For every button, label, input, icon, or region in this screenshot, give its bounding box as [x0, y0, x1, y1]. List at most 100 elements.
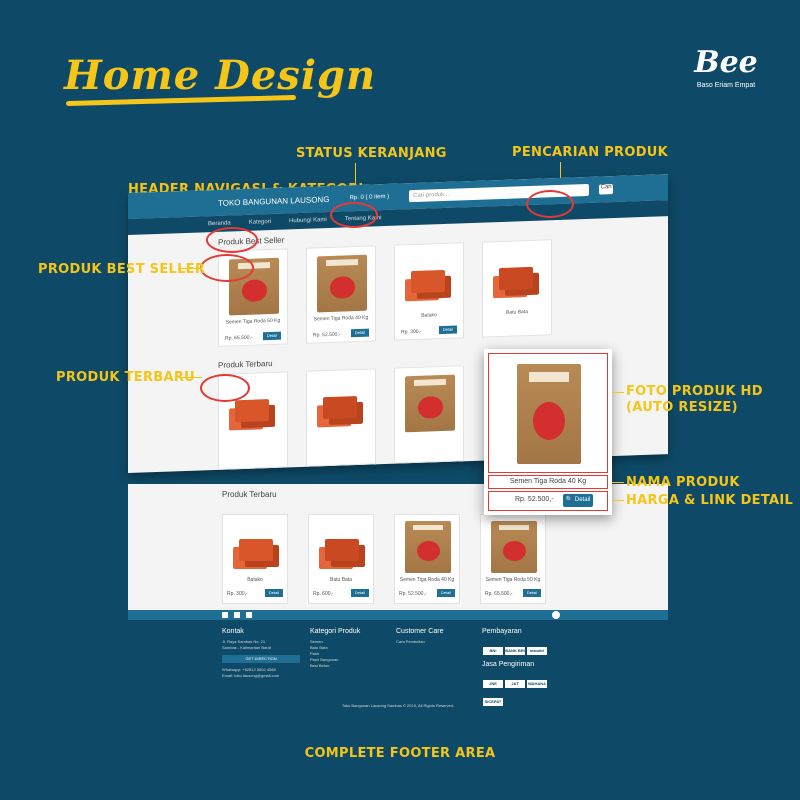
product-name: Semen Tiga Roda 50 Kg [485, 577, 541, 583]
product-photo [517, 364, 581, 464]
product-image [493, 249, 543, 307]
kontak-city: Sambas - Kalimantan Barat [222, 645, 271, 650]
product-name: Batu Bata [330, 577, 352, 583]
callout-nama-produk: NAMA PRODUK [626, 475, 740, 490]
detail-button[interactable]: Detail [523, 589, 541, 597]
product-name: Semen Tiga Roda 50 Kg [225, 317, 281, 326]
product-card[interactable]: Semen Tiga Roda 50 Kg Rp. 65.500,- Detai… [480, 514, 546, 604]
product-image [405, 374, 455, 433]
home-mockup-bottom: Produk Terbaru Batako Rp. 300,- Detail B… [128, 484, 668, 710]
footer-kontak: Kontak Jl. Raya Sambas No. 21 Sambas - K… [222, 628, 300, 679]
care-title: Customer Care [396, 628, 444, 635]
product-card[interactable]: Batu Bata [482, 239, 552, 338]
logo-mark: Bee [694, 45, 758, 80]
nav-item-hubungi[interactable]: Hubungi Kami [289, 217, 327, 224]
product-card[interactable] [306, 368, 376, 467]
store-name: TOKO BANGUNAN LAUSONG [218, 194, 330, 208]
brand-logo: Bee Baso Eriam Empat [686, 45, 766, 90]
callout-line [178, 377, 202, 378]
highlight-ring-cart [330, 202, 378, 228]
courier-logo: JNE [483, 680, 503, 688]
product-price: Rp. 300,- [401, 328, 422, 336]
highlight-ring-search [526, 190, 574, 218]
payment-logo: BANK BRI [505, 647, 525, 655]
detail-label: Detail [574, 497, 591, 503]
product-card[interactable]: Batako Rp. 300,- Detail [394, 242, 464, 341]
product-card[interactable]: Batu Bata Rp. 600,- Detail [308, 514, 374, 604]
callout-auto-resize: (AUTO RESIZE) [626, 400, 738, 415]
product-price: Rp. 65.500,- [485, 591, 513, 597]
callout-line [612, 500, 624, 501]
detail-button[interactable]: Detail [439, 325, 457, 335]
footer: Kontak Jl. Raya Sambas No. 21 Sambas - K… [128, 620, 668, 710]
product-image [233, 521, 279, 573]
product-image [405, 521, 451, 573]
product-name: Batu Bata [506, 309, 528, 316]
detail-button[interactable]: Detail [263, 331, 281, 341]
callout-produk-best-seller: PRODUK BEST SELLER [38, 262, 206, 277]
courier-logo: J&T [505, 680, 525, 688]
callout-produk-terbaru: PRODUK TERBARU [56, 370, 196, 385]
product-image [317, 378, 367, 436]
product-price: Rp. 300,- [227, 591, 248, 597]
callout-footer-area: COMPLETE FOOTER AREA [304, 746, 496, 761]
payment-logo: BNI [483, 647, 503, 655]
product-image [491, 521, 537, 573]
kontak-title: Kontak [222, 628, 244, 635]
product-card[interactable]: Semen Tiga Roda 40 Kg Rp. 52.500,- Detai… [306, 245, 376, 344]
detail-button[interactable]: 🔍 Detail [563, 494, 593, 507]
detail-button[interactable]: Detail [351, 328, 369, 338]
instagram-icon[interactable] [246, 612, 252, 618]
pembayaran-title: Pembayaran [482, 628, 522, 635]
terbaru-title: Produk Terbaru [222, 490, 277, 499]
product-name-highlight: Semen Tiga Roda 40 Kg [488, 475, 608, 489]
product-image [405, 252, 455, 310]
callout-harga-link: HARGA & LINK DETAIL [626, 493, 794, 508]
product-name: Semen Tiga Roda 40 Kg [399, 577, 455, 583]
detail-button[interactable]: Detail [437, 589, 455, 597]
product-price: Rp. 65.500,- [225, 334, 253, 342]
highlight-ring-terbaru [200, 374, 250, 402]
search-button[interactable]: Cari [599, 184, 614, 195]
kontak-email: Email: toko.lausong@gmail.com [222, 673, 280, 678]
page-title: Home Design [64, 52, 377, 99]
photo-highlight [488, 353, 608, 473]
detail-button[interactable]: Detail [351, 589, 369, 597]
product-card[interactable]: Batako Rp. 300,- Detail [222, 514, 288, 604]
product-name: Batako [247, 577, 263, 583]
product-detail-zoom[interactable]: Semen Tiga Roda 40 Kg Rp. 52.500,- 🔍 Det… [484, 349, 612, 515]
highlight-ring-nav [206, 227, 258, 253]
kategori-title: Kategori Produk [310, 628, 361, 635]
product-name: Semen Tiga Roda 40 Kg [313, 314, 369, 323]
product-price: Rp. 52.500,- [515, 496, 554, 503]
payment-logo: mandiri [527, 647, 547, 655]
product-name: Batako [421, 312, 437, 319]
callout-status-keranjang: STATUS KERANJANG [296, 146, 447, 161]
product-price: Rp. 52.500,- [399, 591, 427, 597]
pengiriman-title: Jasa Pengiriman [482, 661, 535, 668]
footer-kategori: Kategori Produk Semen Batu Bata Pasir Pa… [310, 628, 360, 669]
footer-care: Customer Care Cara Pembelian [396, 628, 443, 645]
product-price: Rp. 600,- [313, 591, 334, 597]
product-card[interactable]: Semen Tiga Roda 40 Kg Rp. 52.500,- Detai… [394, 514, 460, 604]
product-price: Rp. 52.500,- [313, 331, 341, 339]
callout-line [178, 268, 202, 269]
facebook-icon[interactable] [222, 612, 228, 618]
price-highlight: Rp. 52.500,- 🔍 Detail [488, 491, 608, 511]
highlight-ring-best-seller [200, 254, 254, 282]
product-image [317, 254, 367, 313]
cart-status[interactable]: Rp. 0 ( 0 item ) [349, 194, 389, 201]
scroll-top-icon[interactable] [552, 611, 560, 619]
logo-subtitle: Baso Eriam Empat [696, 82, 756, 89]
nav-item-kategori[interactable]: Kategori [249, 219, 271, 226]
detail-button[interactable]: Detail [265, 589, 283, 597]
callout-pencarian-produk: PENCARIAN PRODUK [512, 145, 669, 160]
best-seller-list: Semen Tiga Roda 50 Kg Rp. 65.500,- Detai… [218, 235, 668, 347]
twitter-icon[interactable] [234, 612, 240, 618]
kategori-item[interactable]: Besi Beton [310, 663, 360, 669]
callout-line [612, 392, 624, 393]
get-direction-button[interactable]: GET DIRECTION [222, 655, 300, 663]
product-card[interactable] [394, 365, 464, 464]
callout-foto-produk: FOTO PRODUK HD [626, 384, 763, 399]
care-item[interactable]: Cara Pembelian [396, 639, 443, 645]
